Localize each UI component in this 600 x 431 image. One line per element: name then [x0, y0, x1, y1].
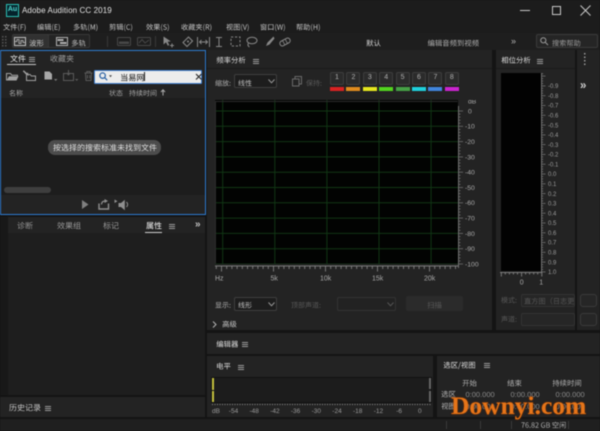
svg-text:-100: -100: [465, 261, 479, 268]
svg-text:1: 1: [539, 280, 543, 287]
svg-text:-0.9: -0.9: [548, 84, 559, 90]
svg-text:-30: -30: [465, 154, 475, 161]
svg-text:0: 0: [468, 108, 472, 115]
svg-text:-48: -48: [249, 408, 259, 415]
svg-text:20k: 20k: [424, 276, 436, 283]
svg-text:-24: -24: [332, 408, 342, 415]
svg-text:dB: dB: [468, 100, 477, 106]
svg-text:0.3: 0.3: [548, 202, 557, 208]
svg-text:-0.2: -0.2: [548, 153, 559, 159]
svg-text:0.1: 0.1: [548, 182, 557, 188]
svg-text:-6: -6: [396, 408, 402, 415]
svg-text:-0.5: -0.5: [548, 123, 559, 129]
svg-text:0.0: 0.0: [548, 172, 557, 178]
svg-text:-10: -10: [465, 124, 475, 131]
svg-text:-90: -90: [465, 246, 475, 253]
svg-text:10k: 10k: [320, 276, 332, 283]
svg-text:-0.7: -0.7: [548, 104, 559, 110]
svg-text:-70: -70: [465, 216, 475, 223]
svg-text:0: 0: [418, 408, 422, 415]
svg-text:-40: -40: [465, 170, 475, 177]
svg-text:0.2: 0.2: [548, 192, 557, 198]
svg-text:-0.3: -0.3: [548, 143, 559, 149]
svg-text:0: 0: [520, 280, 524, 287]
svg-text:0.9: 0.9: [548, 260, 557, 266]
svg-text:-80: -80: [465, 231, 475, 238]
svg-text:-30: -30: [312, 408, 322, 415]
svg-text:-0.6: -0.6: [548, 114, 559, 120]
svg-text:-60: -60: [465, 200, 475, 207]
svg-text:-0.1: -0.1: [548, 162, 559, 168]
svg-text:-12: -12: [374, 408, 384, 415]
svg-text:5k: 5k: [271, 276, 279, 283]
svg-text:-0.4: -0.4: [548, 133, 559, 139]
svg-text:-42: -42: [270, 408, 280, 415]
svg-text:0.5: 0.5: [548, 221, 557, 227]
svg-text:0.8: 0.8: [548, 251, 557, 257]
svg-text:-54: -54: [229, 408, 239, 415]
svg-text:15k: 15k: [372, 276, 384, 283]
svg-text:0.4: 0.4: [548, 211, 557, 217]
svg-text:0.6: 0.6: [548, 231, 557, 237]
svg-text:-36: -36: [291, 408, 301, 415]
svg-text:1.0: 1.0: [548, 270, 557, 275]
svg-text:Hz: Hz: [215, 276, 224, 283]
svg-text:-20: -20: [465, 139, 475, 146]
svg-text:0.7: 0.7: [548, 241, 557, 247]
svg-text:-18: -18: [353, 408, 363, 415]
svg-text:dB: dB: [212, 408, 220, 415]
svg-text:-0.8: -0.8: [548, 94, 559, 100]
svg-text:-50: -50: [465, 185, 475, 192]
